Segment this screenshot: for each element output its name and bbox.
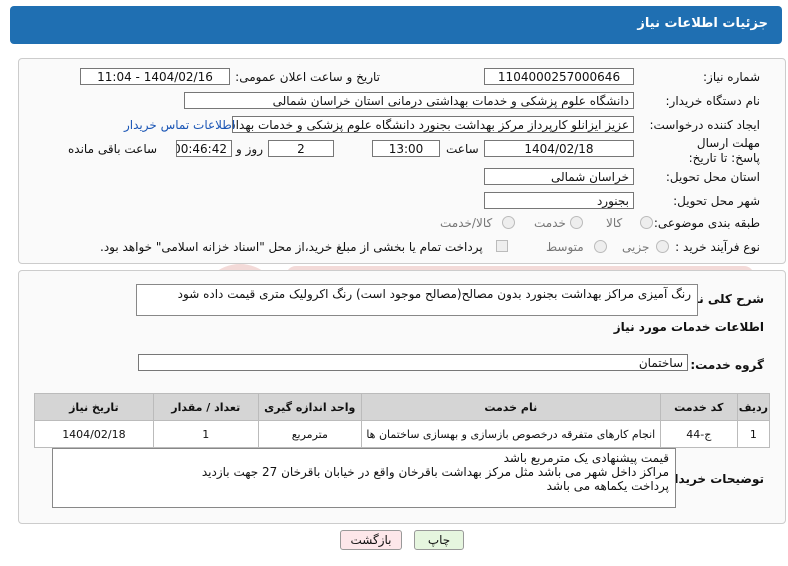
- need-number-field: 1104000257000646: [484, 68, 634, 85]
- cell-code: ج-44: [659, 420, 738, 448]
- deadline-time-field: 13:00: [372, 140, 440, 157]
- col-code: کد خدمت: [659, 393, 738, 421]
- buyer-org-field: دانشگاه علوم پزشکی و خدمات بهداشتی درمان…: [184, 92, 634, 109]
- category-radio-goods[interactable]: [640, 216, 653, 229]
- page-header: جزئیات اطلاعات نیاز: [10, 6, 782, 44]
- buyer-note-line: مراکز داخل شهر می باشد مثل مرکز بهداشت ب…: [201, 465, 669, 479]
- buyer-notes-textarea: قیمت پیشنهادی یک مترمربع باشد مراکز داخل…: [52, 448, 676, 508]
- category-radio-service[interactable]: [570, 216, 583, 229]
- cell-name: انجام کارهای متفرقه درخصوص بازسازی و بهس…: [360, 420, 661, 448]
- service-group-label: گروه خدمت:: [690, 358, 764, 372]
- buyer-org-label: نام دستگاه خریدار:: [665, 94, 761, 108]
- process-label: نوع فرآیند خرید :: [675, 240, 760, 254]
- cell-row: 1: [736, 420, 771, 448]
- need-number-label: شماره نیاز:: [703, 70, 760, 84]
- remaining-label: ساعت باقی مانده: [68, 142, 158, 156]
- remaining-time-field: 00:46:42: [176, 140, 232, 157]
- col-name: نام خدمت: [360, 393, 661, 421]
- process-radio-minor[interactable]: [656, 240, 669, 253]
- col-qty: تعداد / مقدار: [152, 393, 259, 421]
- process-option-minor: جزیی: [622, 240, 650, 254]
- services-title: اطلاعات خدمات مورد نیاز: [613, 320, 764, 334]
- creator-label: ایجاد کننده درخواست:: [649, 118, 760, 132]
- category-label: طبقه بندی موضوعی:: [653, 216, 760, 230]
- creator-field: عزیز ایزانلو کارپرداز مرکز بهداشت بجنورد…: [232, 116, 634, 133]
- table-header-row: ردیف کد خدمت نام خدمت واحد اندازه گیری ت…: [34, 393, 771, 421]
- process-option-medium: متوسط: [546, 240, 584, 254]
- cell-qty: 1: [152, 420, 259, 448]
- col-row: ردیف: [736, 393, 771, 421]
- print-button[interactable]: چاپ: [414, 530, 464, 550]
- province-label: استان محل تحویل:: [665, 170, 760, 184]
- buyer-note-line: قیمت پیشنهادی یک مترمربع باشد: [503, 451, 669, 465]
- time-label: ساعت: [446, 142, 479, 156]
- service-group-field: ساختمان: [138, 354, 688, 371]
- col-unit: واحد اندازه گیری: [257, 393, 362, 421]
- buyer-notes-label: توضیحات خریدار:: [662, 472, 764, 486]
- announce-field: 1404/02/16 - 11:04: [80, 68, 230, 85]
- days-field: 2: [268, 140, 334, 157]
- city-label: شهر محل تحویل:: [673, 194, 760, 208]
- category-option-goods-service: کالا/خدمت: [440, 216, 493, 230]
- page-title: جزئیات اطلاعات نیاز: [637, 16, 768, 31]
- buyer-note-line: پرداخت یکماهه می باشد: [546, 479, 669, 493]
- process-radio-medium[interactable]: [594, 240, 607, 253]
- announce-label: تاریخ و ساعت اعلان عمومی:: [235, 70, 380, 84]
- need-info-panel: [18, 58, 786, 264]
- days-label: روز و: [236, 142, 263, 156]
- table-row: 1 ج-44 انجام کارهای متفرقه درخصوص بازساز…: [34, 420, 771, 448]
- deadline-label: مهلت ارسال پاسخ: تا تاریخ:: [688, 136, 760, 165]
- payment-note: پرداخت تمام یا بخشی از مبلغ خرید،از محل …: [100, 240, 483, 254]
- category-option-goods: کالا: [606, 216, 623, 230]
- city-field: بجنورد: [484, 192, 634, 209]
- treasury-checkbox[interactable]: [496, 240, 508, 252]
- col-date: تاریخ نیاز: [34, 393, 154, 421]
- category-option-service: خدمت: [534, 216, 566, 230]
- category-radio-goods-service[interactable]: [502, 216, 515, 229]
- summary-textarea: رنگ آمیزی مراکز بهداشت بجنورد بدون مصالح…: [136, 284, 698, 316]
- services-table: ردیف کد خدمت نام خدمت واحد اندازه گیری ت…: [34, 393, 771, 448]
- cell-date: 1404/02/18: [34, 420, 154, 448]
- deadline-date-field: 1404/02/18: [484, 140, 634, 157]
- back-button[interactable]: بازگشت: [340, 530, 402, 550]
- cell-unit: مترمربع: [257, 420, 362, 448]
- province-field: خراسان شمالی: [484, 168, 634, 185]
- buyer-contact-link[interactable]: اطلاعات تماس خریدار: [124, 118, 235, 132]
